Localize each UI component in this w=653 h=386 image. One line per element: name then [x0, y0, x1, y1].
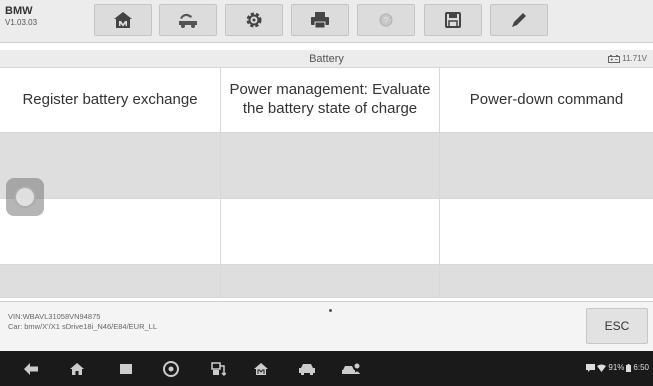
edit-button[interactable] [490, 4, 548, 36]
android-nav-bar: 91% 6:50 [0, 351, 653, 386]
empty-cell [440, 133, 653, 199]
voltage-value: 11.71V [622, 54, 647, 63]
svg-text:?: ? [384, 16, 389, 25]
assistive-touch-button[interactable] [6, 178, 44, 216]
system-status: 91% 6:50 [586, 363, 649, 372]
empty-cell [0, 265, 221, 298]
car-swap-icon [179, 13, 197, 28]
battery-voltage: 11.71V [608, 54, 647, 63]
empty-cell [221, 133, 440, 199]
vin-text: VIN:WBAVL31058VN94875 [8, 312, 101, 321]
app-title: BMW V1.03.03 [5, 6, 37, 27]
app-name: BMW [5, 5, 33, 17]
battery-percent: 91% [608, 363, 625, 372]
page-indicator-dot [329, 309, 332, 312]
recent-apps-icon[interactable] [115, 360, 137, 378]
app-version: V1.03.03 [5, 18, 38, 27]
footer-info: VIN:WBAVL31058VN94875 Car: bmw/X'/X1 sDr… [0, 301, 653, 351]
section-header: Battery 11.71V [0, 50, 653, 68]
home-button[interactable] [94, 4, 152, 36]
vehicle-swap-button[interactable] [159, 4, 217, 36]
assistive-touch-icon [14, 186, 36, 208]
wifi-icon [597, 364, 607, 372]
power-down-command-button[interactable]: Power-down command [440, 68, 653, 133]
vehicle-info: VIN:WBAVL31058VN94875 Car: bmw/X'/X1 sDr… [8, 312, 157, 332]
empty-cell [440, 265, 653, 298]
clock: 6:50 [633, 363, 649, 372]
car-icon[interactable] [296, 360, 318, 378]
settings-button[interactable] [225, 4, 283, 36]
section-title: Battery [309, 53, 344, 65]
pen-icon [512, 13, 526, 27]
empty-cell [221, 265, 440, 298]
empty-cell [440, 199, 653, 265]
register-battery-exchange-button[interactable]: Register battery exchange [0, 68, 221, 133]
save-icon [445, 12, 461, 28]
save-button[interactable] [424, 4, 482, 36]
chrome-icon[interactable] [160, 360, 182, 378]
maxisys-home-icon[interactable] [250, 360, 272, 378]
help-icon: ? [379, 13, 393, 27]
esc-button[interactable]: ESC [586, 308, 648, 344]
top-toolbar: BMW V1.03.03 ? [0, 0, 653, 43]
home-icon[interactable] [66, 360, 88, 378]
chat-icon [586, 363, 596, 372]
printer-icon [311, 12, 329, 29]
battery-icon [626, 363, 632, 372]
remote-expert-icon[interactable] [340, 360, 362, 378]
power-management-button[interactable]: Power management: Evaluate the battery s… [221, 68, 440, 133]
car-battery-icon [608, 54, 621, 63]
gear-icon [246, 12, 262, 28]
function-grid: Register battery exchange Power manageme… [0, 68, 653, 298]
home-icon [114, 12, 132, 28]
vci-connector-icon[interactable] [207, 360, 229, 378]
back-arrow-icon[interactable] [20, 360, 42, 378]
print-button[interactable] [291, 4, 349, 36]
empty-cell [221, 199, 440, 265]
help-button[interactable]: ? [357, 4, 415, 36]
car-text: Car: bmw/X'/X1 sDrive18i_N46/E84/EUR_LL [8, 321, 157, 331]
